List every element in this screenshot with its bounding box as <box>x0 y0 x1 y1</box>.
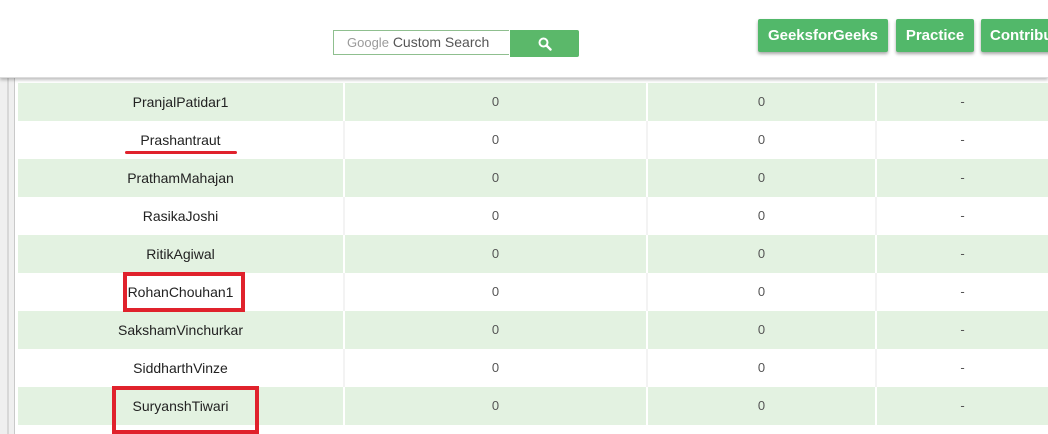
score-cell: 0 <box>345 159 648 197</box>
nav-button-geeksforgeeks[interactable]: GeeksforGeeks <box>758 19 888 52</box>
score-cell: 0 <box>345 235 648 273</box>
search-placeholder: Custom Search <box>392 34 490 50</box>
user-name-cell[interactable]: PrathamMahajan <box>18 159 345 197</box>
left-scroll-rail <box>0 78 15 434</box>
dash-cell: - <box>960 398 965 413</box>
score-cell: 0 <box>345 311 648 349</box>
score-cell: 0 <box>345 197 648 235</box>
score-cell: 0 <box>648 387 877 425</box>
dash-cell: - <box>960 284 965 299</box>
user-name-cell[interactable]: SiddharthVinze <box>18 349 345 387</box>
score-cell: 0 <box>345 349 648 387</box>
search-input[interactable]: Google Custom Search <box>333 30 509 55</box>
search-icon <box>538 37 552 51</box>
dash-cell: - <box>960 94 965 109</box>
score-cell: 0 <box>648 273 877 311</box>
score-cell: 0 <box>648 311 877 349</box>
score-cell: 0 <box>345 387 648 425</box>
table-row: RitikAgiwal 0 0 - <box>18 235 1048 273</box>
user-name-cell[interactable]: RasikaJoshi <box>18 197 345 235</box>
site-header: Google Custom Search GeeksforGeeks Pract… <box>0 0 1048 78</box>
user-name-cell[interactable]: RitikAgiwal <box>18 235 345 273</box>
nav-button-practice[interactable]: Practice <box>896 19 974 52</box>
table-row: PranjalPatidar1 0 0 - <box>18 83 1048 121</box>
table-row: SakshamVinchurkar 0 0 - <box>18 311 1048 349</box>
score-cell: 0 <box>648 83 877 121</box>
dash-cell: - <box>960 208 965 223</box>
annotation-box <box>123 272 245 312</box>
score-cell: 0 <box>648 235 877 273</box>
leaderboard-table: PranjalPatidar1 0 0 - Prashantraut 0 0 -… <box>18 83 1048 425</box>
user-name-cell[interactable]: SakshamVinchurkar <box>18 311 345 349</box>
dash-cell: - <box>960 132 965 147</box>
dash-cell: - <box>960 170 965 185</box>
google-brand-label: Google <box>347 35 389 50</box>
table-row: RasikaJoshi 0 0 - <box>18 197 1048 235</box>
dash-cell: - <box>960 322 965 337</box>
score-cell: 0 <box>648 197 877 235</box>
score-cell: 0 <box>648 121 877 159</box>
score-cell: 0 <box>345 273 648 311</box>
nav-button-contribute[interactable]: Contribu <box>981 19 1048 52</box>
dash-cell: - <box>960 246 965 261</box>
score-cell: 0 <box>648 159 877 197</box>
annotation-box <box>112 386 259 434</box>
user-name-cell[interactable]: PranjalPatidar1 <box>18 83 345 121</box>
dash-cell: - <box>960 360 965 375</box>
table-row: PrathamMahajan 0 0 - <box>18 159 1048 197</box>
table-row: SiddharthVinze 0 0 - <box>18 349 1048 387</box>
annotation-underline <box>125 151 237 154</box>
score-cell: 0 <box>345 83 648 121</box>
score-cell: 0 <box>345 121 648 159</box>
rail-line <box>7 78 9 434</box>
score-cell: 0 <box>648 349 877 387</box>
search-button[interactable] <box>510 30 579 57</box>
